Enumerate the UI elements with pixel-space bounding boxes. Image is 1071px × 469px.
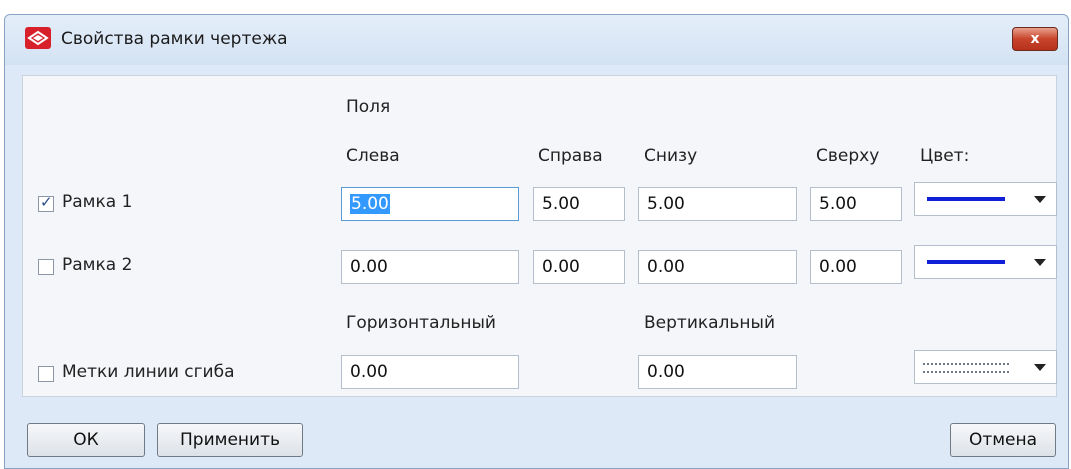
column-bottom-header: Снизу xyxy=(644,146,698,166)
column-top-header: Сверху xyxy=(816,146,880,166)
line-color-swatch xyxy=(927,197,1005,201)
ok-button[interactable]: ОК xyxy=(27,423,145,457)
frame2-bottom-input[interactable]: 0.00 xyxy=(638,250,797,284)
fold-marks-label: Метки линии сгиба xyxy=(62,362,235,382)
close-icon: x xyxy=(1030,31,1040,47)
frame1-right-input[interactable]: 5.00 xyxy=(533,187,625,221)
frame2-right-input[interactable]: 0.00 xyxy=(533,250,625,284)
frame1-checkbox[interactable]: ✓ xyxy=(38,193,54,212)
settings-panel xyxy=(22,75,1057,397)
checkmark-icon: ✓ xyxy=(40,193,53,211)
fold-marks-checkbox[interactable] xyxy=(38,366,54,382)
frame2-top-input[interactable]: 0.00 xyxy=(810,250,902,284)
cancel-button[interactable]: Отмена xyxy=(950,423,1056,457)
chevron-down-icon xyxy=(1034,364,1046,371)
window-title: Свойства рамки чертежа xyxy=(61,29,288,49)
frame1-bottom-input[interactable]: 5.00 xyxy=(638,187,797,221)
fields-header: Поля xyxy=(346,97,391,117)
fold-horizontal-input[interactable]: 0.00 xyxy=(341,355,519,389)
fold-line-style-select[interactable] xyxy=(914,350,1057,384)
line-color-swatch xyxy=(927,260,1005,264)
frame1-label: Рамка 1 xyxy=(62,192,133,212)
frame2-checkbox[interactable] xyxy=(38,259,54,275)
frame1-left-input[interactable]: 5.00 xyxy=(341,187,519,221)
horizontal-header: Горизонтальный xyxy=(346,313,496,333)
title-bar[interactable]: Свойства рамки чертежа x xyxy=(5,15,1068,65)
frame1-top-input[interactable]: 5.00 xyxy=(810,187,902,221)
dotted-line-swatch xyxy=(923,363,1009,373)
chevron-down-icon xyxy=(1034,196,1046,203)
fold-vertical-input[interactable]: 0.00 xyxy=(638,355,797,389)
apply-button[interactable]: Применить xyxy=(157,423,303,457)
chevron-down-icon xyxy=(1034,259,1046,266)
column-color-header: Цвет: xyxy=(920,146,970,166)
frame2-left-input[interactable]: 0.00 xyxy=(341,250,519,284)
vertical-header: Вертикальный xyxy=(644,313,776,333)
column-left-header: Слева xyxy=(346,146,400,166)
column-right-header: Справа xyxy=(538,146,603,166)
frame2-label: Рамка 2 xyxy=(62,255,133,275)
close-button[interactable]: x xyxy=(1012,27,1058,51)
app-logo-icon xyxy=(25,27,51,49)
frame1-color-select[interactable] xyxy=(914,182,1057,216)
frame2-color-select[interactable] xyxy=(914,245,1057,279)
